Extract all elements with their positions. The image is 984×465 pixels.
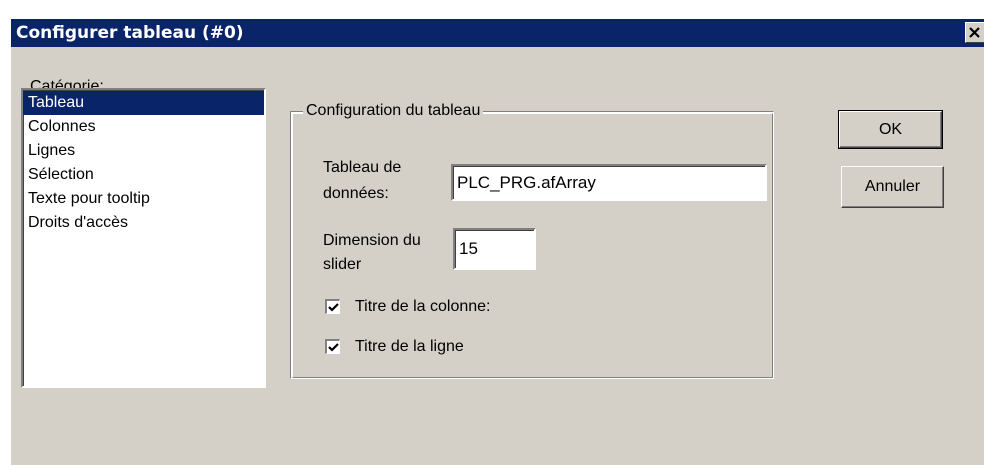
data-array-label-line1: Tableau de <box>323 159 402 176</box>
slider-dimension-label-line2: slider <box>323 256 362 273</box>
column-title-checkbox[interactable] <box>325 299 340 314</box>
slider-dimension-label-line1: Dimension du <box>323 232 421 249</box>
close-icon <box>969 27 980 38</box>
title-bar[interactable]: Configurer tableau (#0) <box>11 19 984 47</box>
check-icon <box>328 303 339 312</box>
row-title-checkbox[interactable] <box>325 339 340 354</box>
category-item-colonnes[interactable]: Colonnes <box>23 115 264 139</box>
close-button[interactable] <box>965 22 984 43</box>
row-title-label[interactable]: Titre de la ligne <box>355 337 464 357</box>
category-item-tableau[interactable]: Tableau <box>23 91 264 115</box>
check-icon <box>328 343 339 352</box>
category-list[interactable]: Tableau Colonnes Lignes Sélection Texte … <box>21 88 266 388</box>
group-title: Configuration du tableau <box>303 101 484 120</box>
category-item-access-rights[interactable]: Droits d'accès <box>23 211 264 235</box>
window-title: Configurer tableau (#0) <box>16 23 244 43</box>
category-item-selection[interactable]: Sélection <box>23 163 264 187</box>
ok-button[interactable]: OK <box>838 110 943 149</box>
column-title-label[interactable]: Titre de la colonne: <box>355 297 490 317</box>
data-array-label-line2: données: <box>323 185 389 202</box>
data-array-input[interactable] <box>451 164 767 201</box>
category-item-tooltip-text[interactable]: Texte pour tooltip <box>23 187 264 211</box>
slider-dimension-input[interactable] <box>453 228 536 270</box>
cancel-button[interactable]: Annuler <box>841 166 944 208</box>
category-item-lignes[interactable]: Lignes <box>23 139 264 163</box>
